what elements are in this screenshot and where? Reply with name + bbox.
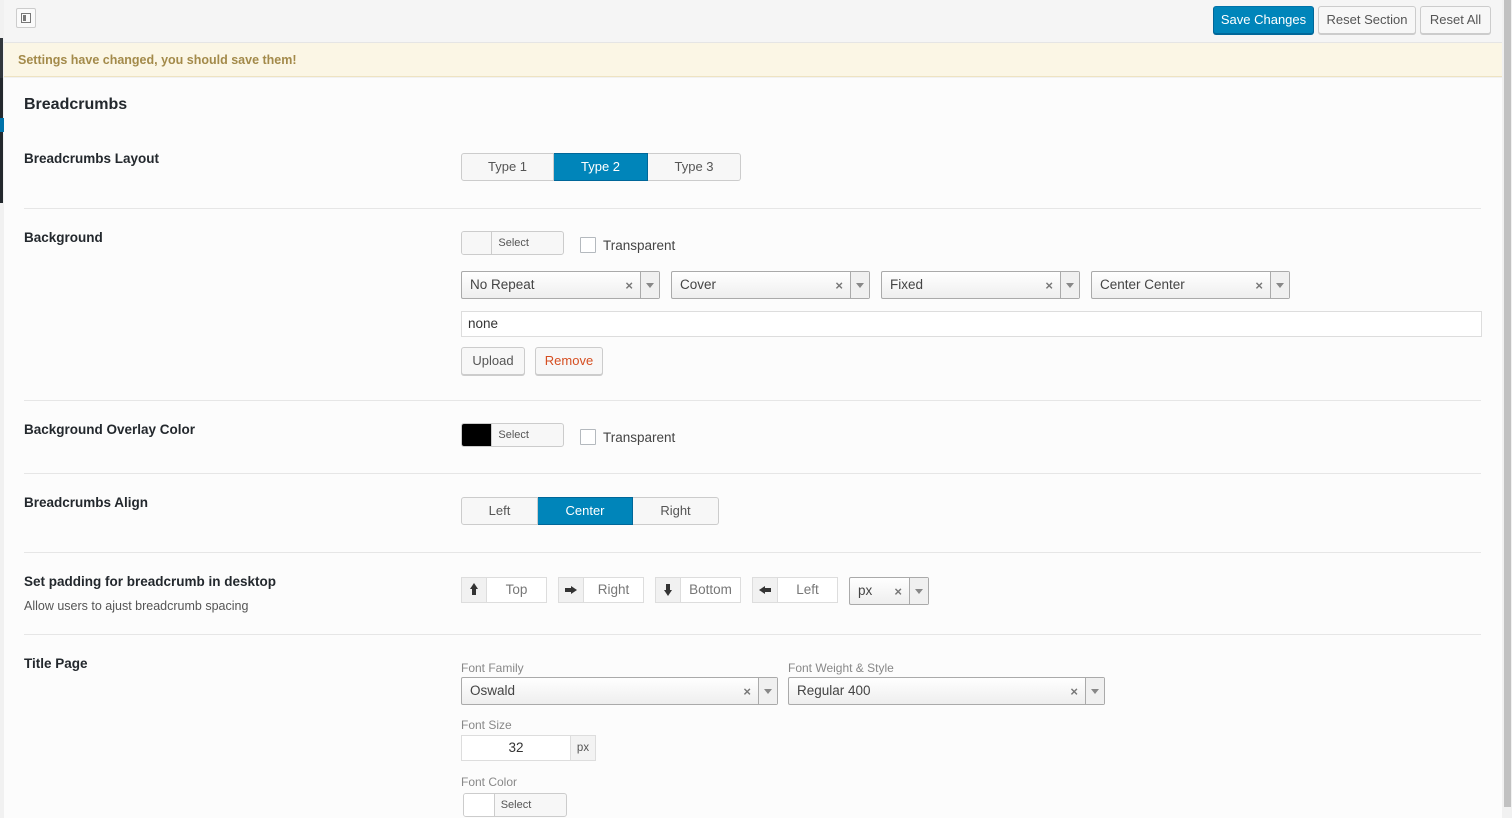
arrow-up-icon [462, 578, 487, 602]
chevron-down-icon[interactable] [850, 272, 869, 298]
divider [24, 400, 1481, 401]
chevron-down-icon[interactable] [758, 678, 777, 704]
upload-button[interactable]: Upload [461, 347, 525, 375]
select-color-label: Select Color [498, 237, 529, 249]
divider [24, 473, 1481, 474]
overlay-color-swatch [462, 424, 493, 446]
background-repeat-select[interactable]: No Repeat × [461, 271, 660, 299]
admin-sidebar-edge-menu [0, 78, 3, 203]
clear-icon[interactable]: × [743, 678, 751, 706]
background-size-select[interactable]: Cover × [671, 271, 870, 299]
font-family-label: Font Family [461, 661, 524, 675]
padding-bottom-placeholder: Bottom [689, 582, 732, 597]
background-label: Background [24, 230, 103, 245]
arrow-right-icon [559, 578, 584, 602]
chevron-down-icon[interactable] [1085, 678, 1104, 704]
background-color-picker[interactable]: Select Color [461, 231, 564, 255]
background-position-value: Center Center [1100, 277, 1185, 292]
overlay-transparent-label: Transparent [603, 430, 676, 445]
admin-sidebar-edge-dark [0, 38, 3, 78]
arrow-down-icon [656, 578, 681, 602]
page-scrollbar[interactable] [1502, 0, 1512, 807]
padding-top-placeholder: Top [505, 582, 528, 597]
padding-unit-select[interactable]: px × [849, 577, 929, 605]
clear-icon[interactable]: × [835, 272, 843, 300]
clear-icon[interactable]: × [1255, 272, 1263, 300]
layout-option-type-1[interactable]: Type 1 [461, 153, 554, 181]
divider [24, 552, 1481, 553]
layout-option-type-2[interactable]: Type 2 [554, 153, 648, 181]
clear-icon[interactable]: × [1070, 678, 1078, 706]
background-attachment-value: Fixed [890, 277, 924, 292]
scrollbar-thumb[interactable] [1504, 0, 1511, 807]
select-color-label: Select Color [500, 799, 532, 811]
padding-left-input[interactable]: Left [752, 577, 838, 603]
font-color-swatch [464, 794, 495, 816]
font-family-select[interactable]: Oswald × [461, 677, 778, 705]
background-image-url-input[interactable]: none [461, 311, 1482, 337]
chevron-down-icon[interactable] [1060, 272, 1079, 298]
expand-options-icon[interactable] [16, 8, 36, 28]
background-position-select[interactable]: Center Center × [1091, 271, 1290, 299]
font-weight-label: Font Weight & Style [788, 661, 894, 675]
background-transparent-checkbox[interactable] [580, 237, 596, 253]
font-size-input[interactable]: 32 [461, 735, 571, 761]
padding-top-input[interactable]: Top [461, 577, 547, 603]
align-label: Breadcrumbs Align [24, 495, 149, 510]
overlay-color-picker[interactable]: Select Color [461, 423, 564, 447]
save-changes-button[interactable]: Save Changes [1213, 6, 1314, 34]
background-transparent-label: Transparent [603, 238, 676, 253]
font-size-unit: px [571, 735, 596, 761]
options-panel [4, 78, 1502, 818]
padding-bottom-input[interactable]: Bottom [655, 577, 741, 603]
background-size-value: Cover [680, 277, 717, 292]
align-option-center[interactable]: Center [538, 497, 633, 525]
arrow-left-icon [753, 578, 778, 602]
font-color-label: Font Color [461, 775, 518, 789]
font-size-label: Font Size [461, 718, 512, 732]
padding-right-input[interactable]: Right [558, 577, 644, 603]
font-weight-select[interactable]: Regular 400 × [788, 677, 1105, 705]
divider [24, 208, 1481, 209]
align-button-set: Left Center Right [461, 497, 719, 525]
select-color-label: Select Color [498, 429, 529, 441]
padding-left-placeholder: Left [796, 582, 819, 597]
font-color-picker[interactable]: Select Color [463, 793, 567, 817]
padding-description: Allow users to ajust breadcrumb spacing [24, 599, 249, 613]
layout-option-type-3[interactable]: Type 3 [648, 153, 741, 181]
section-title: Breadcrumbs [24, 96, 128, 113]
align-option-right[interactable]: Right [633, 497, 719, 525]
remove-button[interactable]: Remove [535, 347, 603, 375]
padding-unit-value: px [858, 583, 873, 598]
chevron-down-icon[interactable] [640, 272, 659, 298]
padding-right-placeholder: Right [597, 582, 630, 597]
overlay-transparent-checkbox[interactable] [580, 429, 596, 445]
layout-button-set: Type 1 Type 2 Type 3 [461, 153, 741, 181]
chevron-down-icon[interactable] [909, 578, 928, 604]
chevron-down-icon[interactable] [1270, 272, 1289, 298]
clear-icon[interactable]: × [894, 578, 902, 606]
background-repeat-value: No Repeat [470, 277, 535, 292]
settings-changed-notice: Settings have changed, you should save t… [4, 43, 1502, 77]
font-weight-value: Regular 400 [797, 683, 871, 698]
overlay-label: Background Overlay Color [24, 422, 196, 437]
divider [24, 634, 1481, 635]
reset-section-button[interactable]: Reset Section [1318, 6, 1416, 34]
reset-all-button[interactable]: Reset All [1420, 6, 1491, 34]
clear-icon[interactable]: × [1045, 272, 1053, 300]
align-option-left[interactable]: Left [461, 497, 538, 525]
background-color-swatch [462, 232, 493, 254]
clear-icon[interactable]: × [625, 272, 633, 300]
title-page-label: Title Page [24, 656, 88, 671]
padding-label: Set padding for breadcrumb in desktop [24, 574, 277, 589]
background-attachment-select[interactable]: Fixed × [881, 271, 1080, 299]
font-family-value: Oswald [470, 683, 516, 698]
layout-label: Breadcrumbs Layout [24, 151, 160, 166]
